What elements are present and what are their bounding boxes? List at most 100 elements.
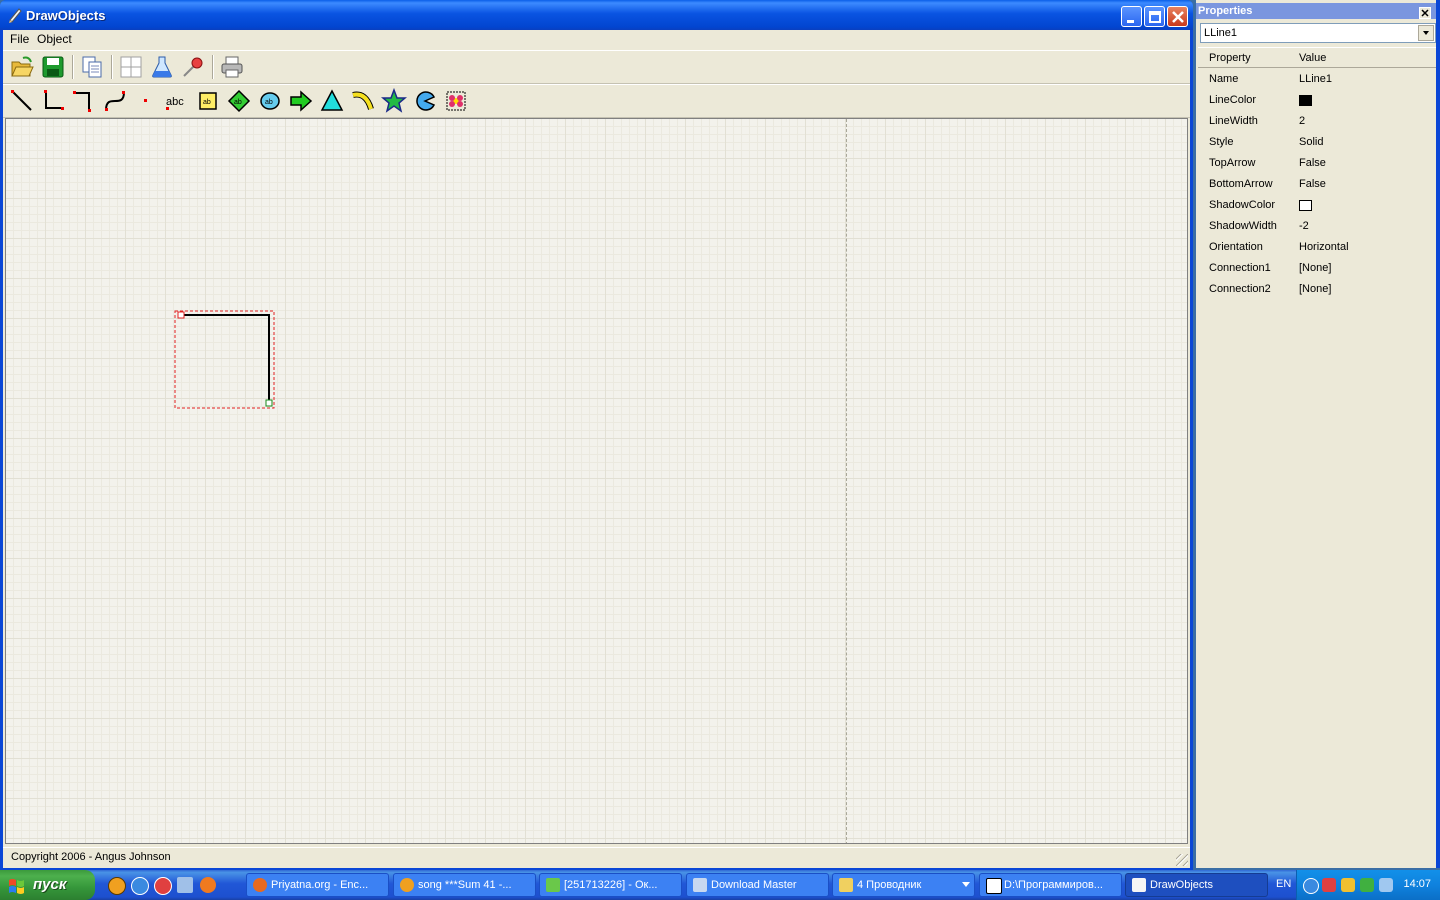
task-label: 4 Проводник [857, 879, 922, 891]
save-icon [42, 56, 64, 78]
tray-connection-icon[interactable] [1379, 878, 1393, 892]
task-icq[interactable]: [251713226] - Ок... [539, 873, 682, 897]
firefox-quicklaunch-icon[interactable] [200, 877, 216, 893]
minimize-button[interactable] [1121, 6, 1142, 27]
tray-network-icon[interactable] [1341, 878, 1355, 892]
properties-close-button[interactable] [1419, 7, 1431, 19]
pie-tool-button[interactable] [412, 88, 438, 114]
property-value[interactable]: 2 [1299, 115, 1305, 127]
pencil-app-icon [1132, 878, 1146, 892]
property-row[interactable]: TopArrow False [1198, 152, 1436, 173]
l-line-icon [44, 90, 64, 110]
aimp-quicklaunch-icon[interactable] [108, 877, 126, 895]
clock[interactable]: 14:07 [1403, 878, 1431, 890]
triangle-tool-button[interactable] [319, 88, 345, 114]
maximize-icon [1149, 11, 1161, 23]
line-tool-button[interactable] [9, 88, 35, 114]
property-column-header: Property [1209, 52, 1251, 64]
folder-icon [839, 878, 853, 892]
save-button[interactable] [40, 54, 66, 80]
resize-grip[interactable] [1176, 854, 1188, 866]
task-drawobjects[interactable]: DrawObjects [1125, 873, 1268, 897]
window-title: DrawObjects [26, 8, 106, 23]
object-selector-combo[interactable]: LLine1 [1200, 23, 1436, 43]
opera-quicklaunch-icon[interactable] [154, 877, 172, 895]
grid-toggle-button[interactable] [118, 54, 144, 80]
text-icon: abc [166, 96, 184, 110]
title-bar[interactable]: DrawObjects [0, 0, 1193, 30]
start-button[interactable]: пуск [0, 870, 95, 900]
desktop-quicklaunch-icon[interactable] [177, 877, 193, 893]
ie-quicklaunch-icon[interactable] [131, 877, 149, 895]
firefox-icon [253, 878, 267, 892]
property-value[interactable]: [None] [1299, 262, 1331, 274]
maximize-button[interactable] [1144, 6, 1165, 27]
flask-icon [152, 56, 172, 78]
diamond-tool-button[interactable]: ab [226, 88, 252, 114]
delphi-icon [986, 878, 1002, 894]
property-row[interactable]: BottomArrow False [1198, 173, 1436, 194]
task-download-master[interactable]: Download Master [686, 873, 829, 897]
menu-object[interactable]: Object [37, 32, 72, 46]
property-row[interactable]: ShadowWidth -2 [1198, 215, 1436, 236]
ellipse-tool-button[interactable]: ab [257, 88, 283, 114]
line-color-swatch[interactable] [1299, 95, 1312, 106]
copy-button[interactable] [79, 54, 105, 80]
close-button[interactable] [1167, 6, 1188, 27]
end-handle[interactable] [265, 399, 273, 407]
lline-shape[interactable] [181, 314, 270, 403]
property-value[interactable]: Horizontal [1299, 241, 1349, 253]
property-row[interactable]: Style Solid [1198, 131, 1436, 152]
pin-button[interactable] [180, 54, 206, 80]
property-row[interactable]: Name LLine1 [1198, 68, 1436, 89]
dot-icon [144, 99, 147, 102]
property-name: TopArrow [1209, 157, 1256, 169]
print-button[interactable] [219, 54, 245, 80]
property-value[interactable]: False [1299, 178, 1326, 190]
close-icon [1172, 11, 1184, 23]
property-name: ShadowWidth [1209, 220, 1277, 232]
language-indicator[interactable]: EN [1276, 878, 1291, 890]
task-priyatna[interactable]: Priyatna.org - Enc... [246, 873, 389, 897]
grid-icon [120, 56, 142, 78]
property-name: BottomArrow [1209, 178, 1273, 190]
properties-title-bar[interactable]: Properties [1196, 3, 1436, 19]
tray-back-arrow-icon[interactable] [1303, 878, 1319, 894]
rectangle-tool-button[interactable]: ab [195, 88, 221, 114]
property-value[interactable]: LLine1 [1299, 73, 1332, 85]
arrow-tool-button[interactable] [288, 88, 314, 114]
property-value[interactable]: False [1299, 157, 1326, 169]
task-delphi[interactable]: D:\Программиров... [979, 873, 1122, 897]
tray-antivirus-icon[interactable] [1360, 878, 1374, 892]
property-row[interactable]: Orientation Horizontal [1198, 236, 1436, 257]
shadow-color-swatch[interactable] [1299, 200, 1312, 211]
bitmap-tool-button[interactable] [443, 88, 469, 114]
property-row[interactable]: ShadowColor [1198, 194, 1436, 215]
text-tool-button[interactable]: abc [164, 88, 190, 114]
star-tool-button[interactable] [381, 88, 407, 114]
l-line-tool-button[interactable] [40, 88, 66, 114]
property-value[interactable]: -2 [1299, 220, 1309, 232]
tray-security-icon[interactable] [1322, 878, 1336, 892]
bezier-tool-button[interactable] [102, 88, 128, 114]
property-row[interactable]: LineWidth 2 [1198, 110, 1436, 131]
pin-icon [183, 57, 203, 77]
dot-tool-button[interactable] [133, 88, 159, 114]
property-row[interactable]: LineColor [1198, 89, 1436, 110]
menu-file[interactable]: File [10, 32, 29, 46]
selected-lline-object[interactable] [174, 310, 275, 409]
property-row[interactable]: Connection2 [None] [1198, 278, 1436, 299]
open-button[interactable] [9, 54, 35, 80]
arc-tool-button[interactable] [350, 88, 376, 114]
property-row[interactable]: Connection1 [None] [1198, 257, 1436, 278]
task-song[interactable]: song ***Sum 41 -... [393, 873, 536, 897]
start-handle[interactable] [177, 311, 185, 319]
property-value[interactable]: [None] [1299, 283, 1331, 295]
property-value[interactable]: Solid [1299, 136, 1323, 148]
drawing-canvas[interactable] [5, 118, 1188, 844]
z-line-tool-button[interactable] [71, 88, 97, 114]
flask-button[interactable] [149, 54, 175, 80]
triangle-icon [320, 89, 344, 111]
combo-dropdown-button[interactable] [1418, 25, 1434, 41]
task-explorer-group[interactable]: 4 Проводник [832, 873, 975, 897]
